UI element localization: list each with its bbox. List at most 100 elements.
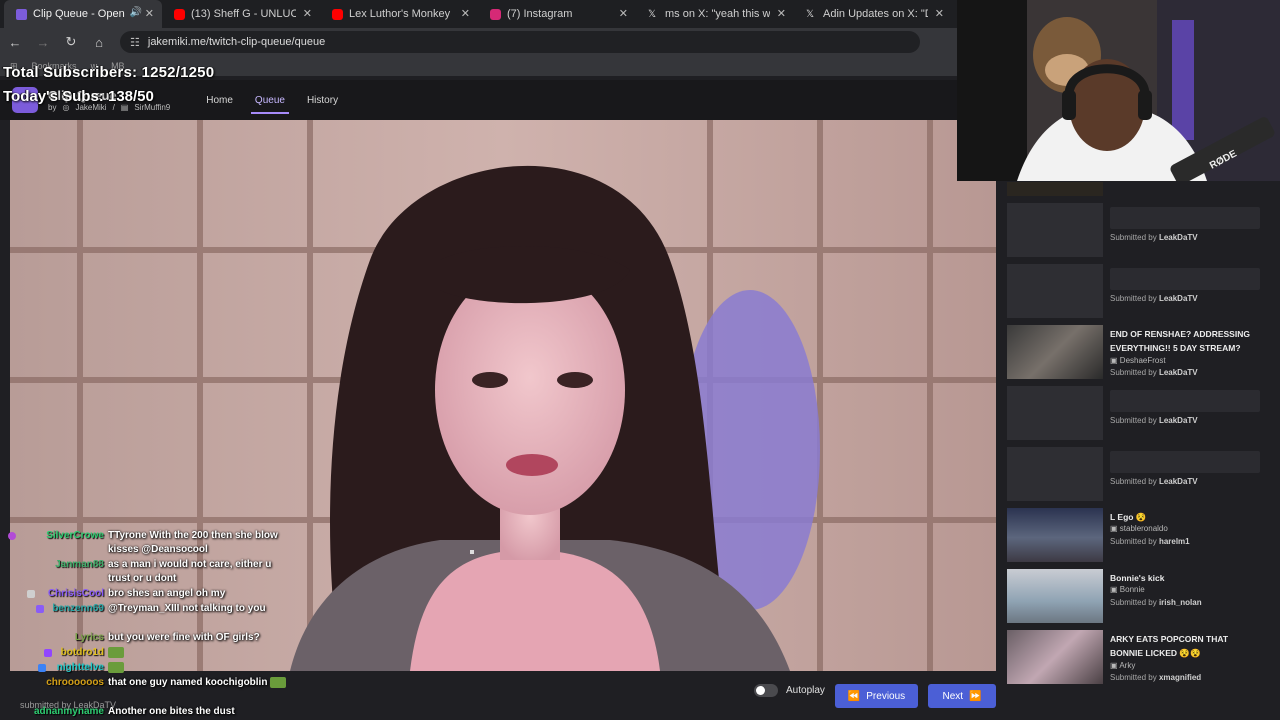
stream-chat-overlay: SilverCrowe TTyrone With the 200 then sh… (0, 520, 300, 720)
tab-instagram[interactable]: (7) Instagram ✕ (478, 0, 636, 28)
chat-text: @Treyman_XIII not talking to you (108, 603, 266, 614)
queue-channel: ▣ DeshaeFrost (1110, 356, 1166, 365)
nav-home[interactable]: Home (206, 89, 233, 112)
submitted-label: Submitted by (1110, 294, 1157, 303)
queue-channel: ▣ Bonnie (1110, 585, 1145, 594)
next-icon: ⏩ (969, 690, 982, 702)
chat-username: SilverCrowe (46, 530, 104, 541)
submitter-name: LeakDaTV (1158, 294, 1198, 303)
queue-thumbnail (1007, 508, 1103, 562)
next-button[interactable]: Next ⏩ (928, 684, 996, 708)
channel-icon: ▣ (1110, 585, 1118, 594)
chat-username: Janman88 (55, 559, 104, 570)
chat-username: benzenn69 (52, 603, 104, 614)
site-info-icon[interactable]: ☷ (130, 36, 140, 49)
close-icon[interactable]: ✕ (935, 7, 944, 20)
chat-username: ChrisisCool (47, 588, 104, 599)
submitter-name: LeakDaTV (1158, 368, 1198, 377)
queue-item[interactable]: Submitted by LeakDaTV (1007, 203, 1275, 259)
back-icon[interactable]: ← (8, 35, 22, 50)
submitted-label: Submitted by (1110, 233, 1157, 242)
chat-emote-icon (108, 646, 124, 658)
queue-title: ARKY EATS POPCORN THAT BONNIE LICKED 😵😵 (1110, 634, 1229, 658)
screen: Clip Queue - Open 🔊 ✕ (13) Sheff G - UNL… (0, 0, 1280, 720)
queue-thumbnail (1007, 203, 1103, 257)
channel-name: Bonnie (1119, 585, 1145, 594)
tab-clip-queue[interactable]: Clip Queue - Open 🔊 ✕ (4, 0, 162, 28)
queue-list: Submitted by LeakDaTV Submitted by LeakD… (1001, 182, 1280, 720)
tab-youtube-2[interactable]: Lex Luthor's Monkey Bots | SUP ✕ (320, 0, 478, 28)
queue-item[interactable]: Submitted by LeakDaTV (1007, 447, 1275, 503)
queue-thumbnail[interactable] (1007, 182, 1103, 196)
main-nav: Home Queue History (206, 89, 338, 114)
submitter-name: LeakDaTV (1158, 477, 1198, 486)
chat-text-body: that one guy named koochigoblin (108, 677, 268, 688)
channel-icon: ▣ (1110, 661, 1118, 670)
home-icon[interactable]: ⌂ (92, 35, 106, 50)
queue-submitter: Submitted by LeakDaTV (1110, 233, 1198, 242)
chat-text (108, 661, 288, 675)
close-icon[interactable]: ✕ (145, 7, 154, 20)
chat-text: TTyrone With the 200 then she blow kisse… (108, 530, 278, 555)
tab-x-1[interactable]: 𝕏 ms on X: "yeah this would be m ✕ (636, 0, 794, 28)
queue-item[interactable]: Submitted by LeakDaTV (1007, 386, 1275, 442)
tab-x-2[interactable]: 𝕏 Adin Updates on X: "Doechii se ✕ (794, 0, 952, 28)
channel-icon: ▣ (1110, 356, 1118, 365)
queue-submitter: Submitted by LeakDaTV (1110, 416, 1198, 425)
youtube-icon (174, 8, 185, 20)
tab-youtube-1[interactable]: (13) Sheff G - UNLUCKY LUCKY ✕ (162, 0, 320, 28)
previous-button[interactable]: ⏪ Previous (835, 684, 918, 708)
tab-title: ms on X: "yeah this would be m (665, 8, 770, 20)
queue-item[interactable]: Submitted by LeakDaTV (1007, 264, 1275, 320)
close-icon[interactable]: ✕ (303, 7, 312, 20)
submitter-name: xmagnified (1158, 673, 1202, 682)
queue-thumbnail (1007, 569, 1103, 623)
chat-emote-icon (108, 661, 124, 673)
channel-name: DeshaeFrost (1119, 356, 1166, 365)
queue-title: END OF RENSHAE? ADDRESSING EVERYTHING!! … (1110, 329, 1250, 353)
close-icon[interactable]: ✕ (461, 7, 470, 20)
queue-item[interactable]: L Ego 😵 ▣ stableronaldo Submitted by har… (1007, 508, 1275, 564)
next-label: Next (942, 690, 964, 702)
nav-history[interactable]: History (307, 89, 338, 112)
channel-icon: ▣ (1110, 524, 1118, 533)
url-text: jakemiki.me/twitch-clip-queue/queue (147, 36, 326, 48)
chat-text: bro shes an angel oh my (108, 588, 226, 599)
close-icon[interactable]: ✕ (619, 7, 628, 20)
submitted-label: Submitted by (1110, 673, 1157, 682)
queue-thumbnail (1007, 325, 1103, 379)
chat-username: Lyrics (74, 632, 104, 643)
previous-icon: ⏪ (847, 690, 861, 702)
x-logo-icon: 𝕏 (648, 8, 657, 20)
queue-item[interactable]: ARKY EATS POPCORN THAT BONNIE LICKED 😵😵 … (1007, 630, 1275, 686)
chat-username: chroooooos (46, 677, 104, 688)
forward-icon[interactable]: → (36, 35, 50, 50)
queue-title: L Ego 😵 (1110, 512, 1147, 522)
chat-text (108, 646, 288, 660)
nav-queue[interactable]: Queue (250, 89, 289, 114)
queue-submitter: Submitted by xmagnified (1110, 673, 1201, 682)
queue-thumbnail (1007, 630, 1103, 684)
submitter-name: irish_nolan (1158, 598, 1202, 607)
address-bar[interactable]: ☷ jakemiki.me/twitch-clip-queue/queue (120, 31, 920, 53)
total-subscribers-counter: Total Subscribers: 1252/1250 (3, 64, 215, 81)
queue-item[interactable]: Bonnie's kick ▣ Bonnie Submitted by iris… (1007, 569, 1275, 625)
queue-item[interactable]: END OF RENSHAE? ADDRESSING EVERYTHING!! … (1007, 325, 1275, 381)
loading-placeholder (1110, 207, 1260, 229)
autoplay-label: Autoplay (786, 685, 825, 696)
speaker-icon[interactable]: 🔊 (130, 7, 142, 18)
queue-channel: ▣ Arky (1110, 661, 1135, 670)
reload-icon[interactable]: ↻ (64, 34, 78, 50)
chat-username: nighttelve (56, 662, 104, 673)
submitted-label: Submitted by (1110, 477, 1157, 486)
loading-placeholder (1110, 451, 1260, 473)
webcam-overlay: RØDE (957, 0, 1280, 181)
loading-placeholder (1110, 390, 1260, 412)
queue-channel: ▣ stableronaldo (1110, 524, 1168, 533)
autoplay-toggle[interactable] (754, 684, 778, 697)
close-icon[interactable]: ✕ (777, 7, 786, 20)
chat-text: as a man i would not care, either u trus… (108, 559, 272, 584)
tab-title: Clip Queue - Open (33, 8, 125, 20)
submitted-label: Submitted by (1110, 598, 1157, 607)
tab-title: (7) Instagram (507, 8, 573, 20)
